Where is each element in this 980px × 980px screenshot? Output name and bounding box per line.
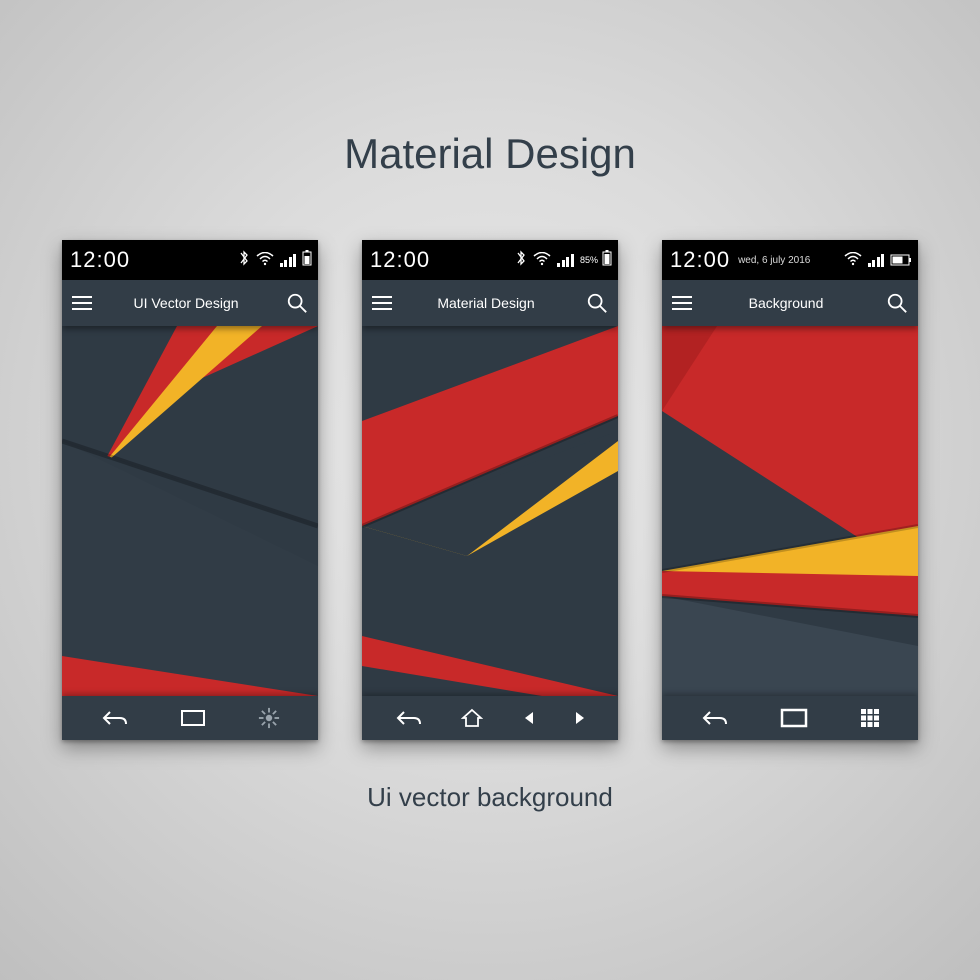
nav-back-button[interactable] <box>100 708 128 728</box>
nav-recent-button[interactable] <box>180 709 206 727</box>
nav-apps-button[interactable] <box>860 708 880 728</box>
app-bar: Background <box>662 280 918 326</box>
search-icon[interactable] <box>886 292 908 314</box>
battery-percent: 85% <box>580 255 598 265</box>
battery-icon <box>890 249 912 272</box>
status-time: 12:00 <box>670 247 730 273</box>
status-time: 12:00 <box>70 247 130 273</box>
signal-icon <box>557 253 574 267</box>
status-bar: 12:00 85% <box>362 240 618 280</box>
signal-icon <box>868 253 885 267</box>
nav-bar <box>362 696 618 740</box>
nav-home-button[interactable] <box>461 708 483 728</box>
signal-icon <box>280 253 297 267</box>
hamburger-icon[interactable] <box>672 296 692 310</box>
phone-mockup-2: 12:00 85% Material Design <box>362 240 618 740</box>
hamburger-icon[interactable] <box>372 296 392 310</box>
wifi-icon <box>533 249 551 272</box>
hamburger-icon[interactable] <box>72 296 92 310</box>
search-icon[interactable] <box>586 292 608 314</box>
phone-mockup-1: 12:00 UI Vector Design <box>62 240 318 740</box>
search-icon[interactable] <box>286 292 308 314</box>
nav-prev-button[interactable] <box>523 710 535 726</box>
app-bar-title: Material Design <box>392 295 586 311</box>
app-bar-title: UI Vector Design <box>92 295 286 311</box>
page-title: Material Design <box>0 130 980 178</box>
bluetooth-icon <box>238 249 250 272</box>
app-bar-title: Background <box>692 295 886 311</box>
page-subtitle: Ui vector background <box>0 782 980 813</box>
app-bar: Material Design <box>362 280 618 326</box>
phone-row: 12:00 UI Vector Design <box>0 240 980 740</box>
battery-icon <box>602 249 612 272</box>
wifi-icon <box>256 249 274 272</box>
nav-bar <box>662 696 918 740</box>
wifi-icon <box>844 249 862 272</box>
nav-next-button[interactable] <box>574 710 586 726</box>
wallpaper-area <box>62 326 318 696</box>
status-date: wed, 6 july 2016 <box>738 255 810 266</box>
battery-icon <box>302 249 312 272</box>
status-bar: 12:00 <box>62 240 318 280</box>
nav-bar <box>62 696 318 740</box>
wallpaper-area <box>362 326 618 696</box>
phone-mockup-3: 12:00 wed, 6 july 2016 Background <box>662 240 918 740</box>
nav-recent-button[interactable] <box>780 708 808 728</box>
wallpaper-area <box>662 326 918 696</box>
nav-back-button[interactable] <box>394 708 422 728</box>
nav-back-button[interactable] <box>700 708 728 728</box>
status-bar: 12:00 wed, 6 july 2016 <box>662 240 918 280</box>
bluetooth-icon <box>515 249 527 272</box>
status-time: 12:00 <box>370 247 430 273</box>
nav-settings-button[interactable] <box>258 707 280 729</box>
app-bar: UI Vector Design <box>62 280 318 326</box>
